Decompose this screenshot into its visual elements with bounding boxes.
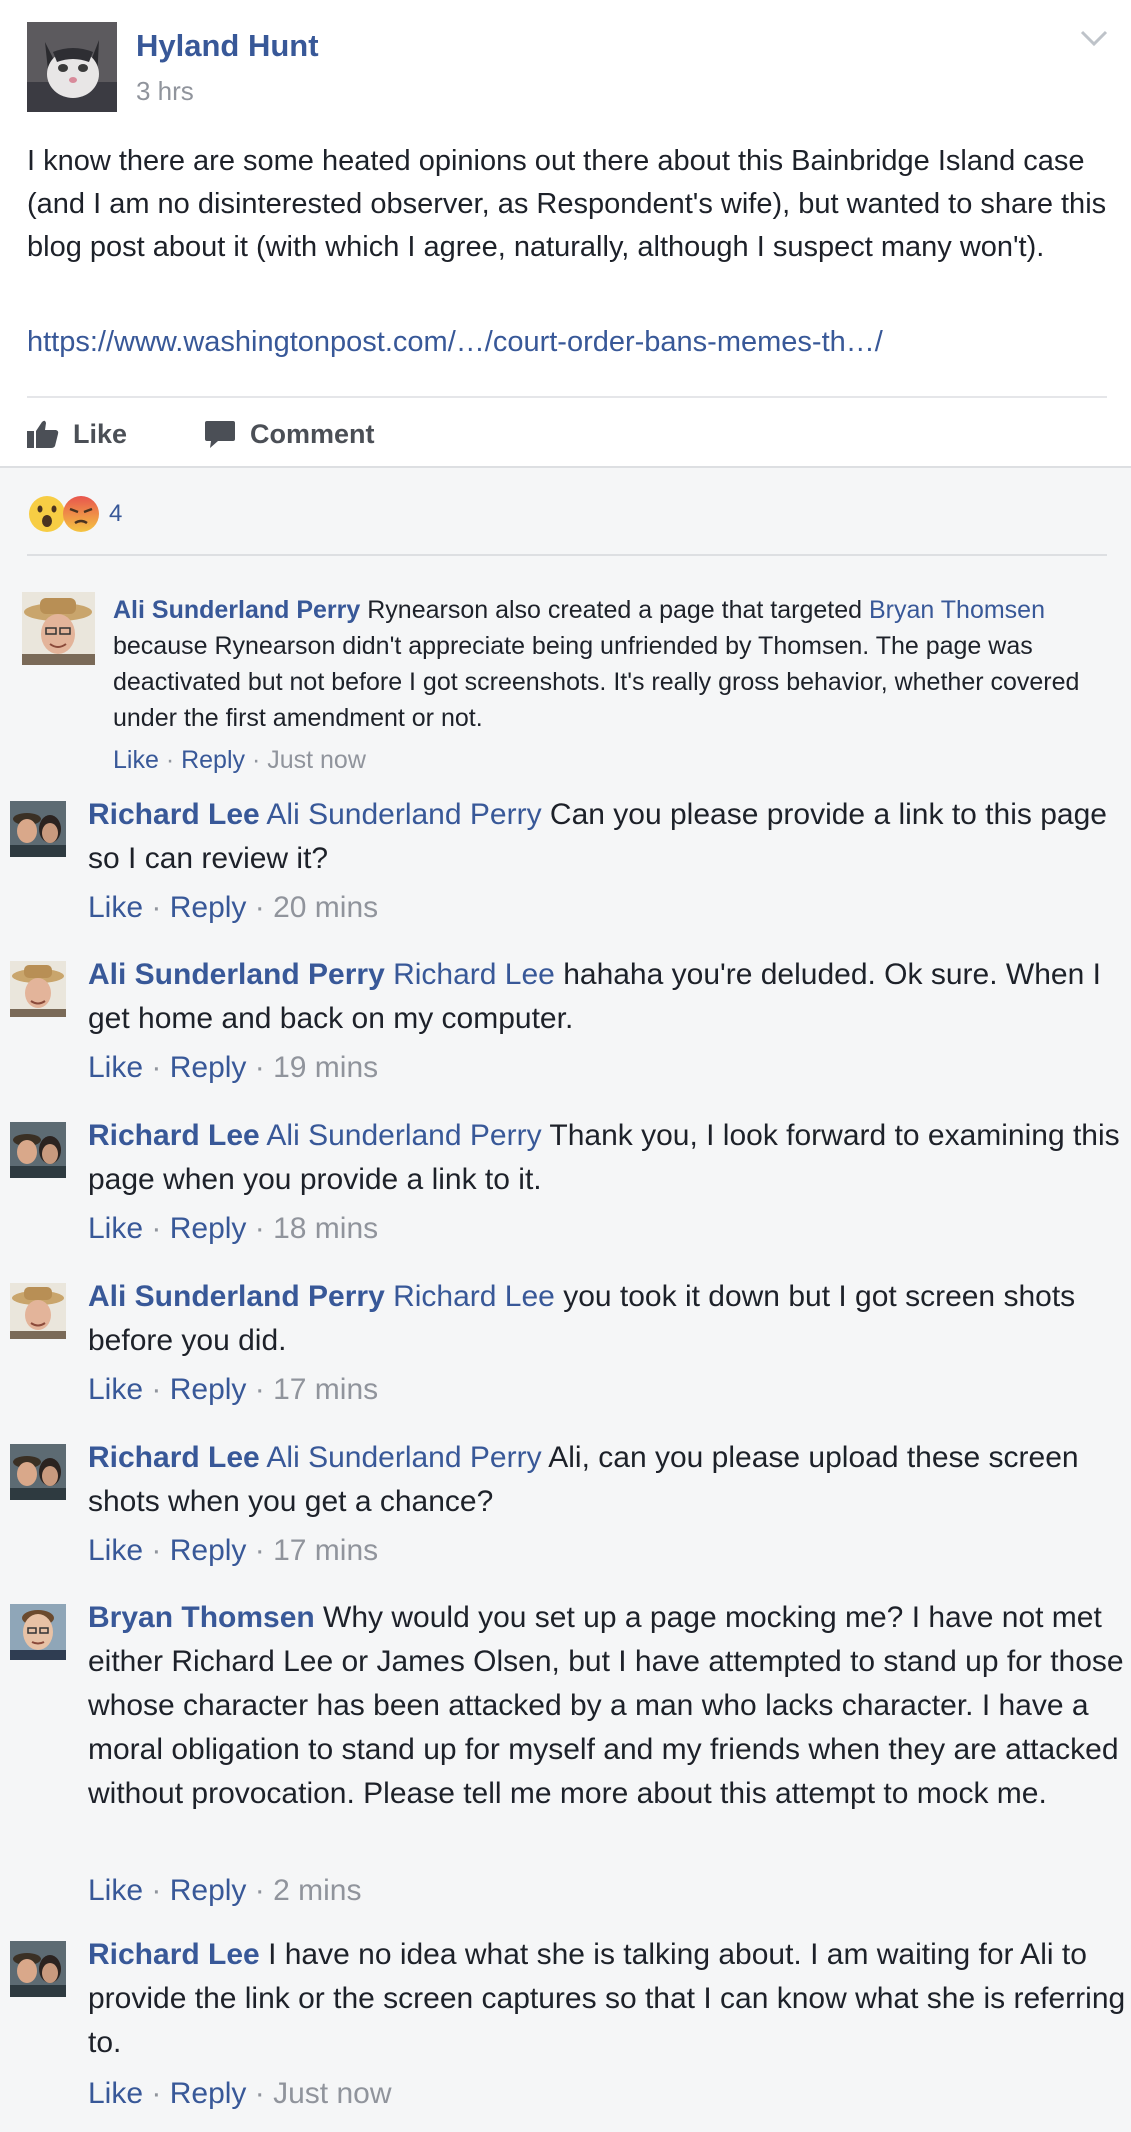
avatar[interactable] bbox=[10, 801, 66, 857]
comment-author-name[interactable]: Ali Sunderland Perry bbox=[113, 596, 360, 624]
comment-actions: Like · Reply · Just now bbox=[88, 2077, 391, 2111]
comment-author-name[interactable]: Richard Lee bbox=[88, 1938, 260, 1971]
separator: · bbox=[143, 1051, 170, 1084]
comment-text: Bryan Thomsen Why would you set up a pag… bbox=[88, 1596, 1128, 1816]
separator: · bbox=[246, 1212, 274, 1245]
comment-text: Richard Lee Ali Sunderland Perry Thank y… bbox=[88, 1114, 1128, 1202]
separator: · bbox=[245, 746, 268, 774]
thumbs-up-icon bbox=[27, 420, 59, 448]
comment-like-link[interactable]: Like bbox=[88, 2077, 143, 2110]
avatar[interactable] bbox=[10, 961, 66, 1017]
comment-like-link[interactable]: Like bbox=[113, 746, 159, 774]
comment-button[interactable]: Comment bbox=[204, 412, 375, 456]
separator: · bbox=[143, 1212, 170, 1245]
post-shared-link[interactable]: https://www.washingtonpost.com/…/court-o… bbox=[27, 326, 883, 359]
comment-like-link[interactable]: Like bbox=[88, 1051, 143, 1084]
comment-actions: Like · Reply · 19 mins bbox=[88, 1051, 378, 1085]
comment-timestamp[interactable]: 19 mins bbox=[273, 1051, 378, 1084]
separator: · bbox=[246, 2077, 274, 2110]
comment-mention[interactable]: Ali Sunderland Perry bbox=[266, 798, 541, 831]
comment-text: Richard Lee Ali Sunderland Perry Ali, ca… bbox=[88, 1436, 1128, 1524]
comment-like-link[interactable]: Like bbox=[88, 891, 143, 924]
comment-timestamp[interactable]: 18 mins bbox=[273, 1212, 378, 1245]
separator: · bbox=[246, 891, 274, 924]
comment-reply-link[interactable]: Reply bbox=[170, 891, 247, 924]
comment-mention[interactable]: Ali Sunderland Perry bbox=[266, 1441, 541, 1474]
comment-reply-link[interactable]: Reply bbox=[181, 746, 245, 774]
comment-author-name[interactable]: Richard Lee bbox=[88, 1119, 260, 1152]
separator: · bbox=[143, 891, 170, 924]
comment-mention[interactable]: Bryan Thomsen bbox=[869, 596, 1045, 624]
speech-bubble-icon bbox=[205, 421, 235, 448]
comment-actions: Like · Reply · 17 mins bbox=[88, 1534, 378, 1568]
separator: · bbox=[143, 1373, 170, 1406]
like-button[interactable]: Like bbox=[27, 412, 127, 456]
comment-author-name[interactable]: Bryan Thomsen bbox=[88, 1601, 315, 1634]
comment-timestamp[interactable]: Just now bbox=[273, 2077, 391, 2110]
separator: · bbox=[143, 1874, 170, 1907]
post-card: Hyland Hunt 3 hrs I know there are some … bbox=[0, 0, 1131, 468]
comment-text: Richard Lee Ali Sunderland Perry Can you… bbox=[88, 793, 1128, 881]
comment-text: Ali Sunderland Perry Richard Lee you too… bbox=[88, 1275, 1128, 1363]
comment-actions: Like · Reply · 17 mins bbox=[88, 1373, 378, 1407]
comment-timestamp[interactable]: 17 mins bbox=[273, 1534, 378, 1567]
comment-body: because Rynearson didn't appreciate bein… bbox=[113, 632, 1080, 732]
comment-actions: Like · Reply · 20 mins bbox=[88, 891, 378, 925]
comment-reply-link[interactable]: Reply bbox=[170, 1212, 247, 1245]
separator: · bbox=[246, 1534, 274, 1567]
comment-timestamp[interactable]: 2 mins bbox=[273, 1874, 361, 1907]
avatar[interactable] bbox=[10, 1283, 66, 1339]
comment-reply-link[interactable]: Reply bbox=[170, 2077, 247, 2110]
comment-timestamp[interactable]: Just now bbox=[267, 746, 366, 774]
chevron-down-icon[interactable] bbox=[1076, 24, 1112, 52]
avatar[interactable] bbox=[10, 1444, 66, 1500]
comment-text: Ali Sunderland Perry Rynearson also crea… bbox=[113, 592, 1113, 736]
separator: · bbox=[158, 746, 182, 774]
comment-author-name[interactable]: Richard Lee bbox=[88, 798, 260, 831]
comment-text: Richard Lee I have no idea what she is t… bbox=[88, 1933, 1128, 2065]
post-timestamp[interactable]: 3 hrs bbox=[136, 76, 194, 107]
separator: · bbox=[143, 2077, 170, 2110]
comment-reply-link[interactable]: Reply bbox=[170, 1373, 247, 1406]
comment-author-name[interactable]: Ali Sunderland Perry bbox=[88, 958, 385, 991]
comment-actions: Like · Reply · 18 mins bbox=[88, 1212, 378, 1246]
comment-mention[interactable]: Ali Sunderland Perry bbox=[266, 1119, 541, 1152]
comment-author-name[interactable]: Richard Lee bbox=[88, 1441, 260, 1474]
author-avatar[interactable] bbox=[27, 22, 117, 112]
avatar[interactable] bbox=[10, 1604, 66, 1660]
reactions-summary[interactable]: 4 bbox=[27, 492, 122, 536]
comment-actions: Like · Reply · 2 mins bbox=[88, 1874, 361, 1908]
comment-text: Ali Sunderland Perry Richard Lee hahaha … bbox=[88, 953, 1128, 1041]
comment-button-label: Comment bbox=[250, 418, 375, 449]
like-button-label: Like bbox=[73, 418, 128, 449]
comment-like-link[interactable]: Like bbox=[88, 1373, 143, 1406]
comment-like-link[interactable]: Like bbox=[88, 1874, 143, 1907]
post-author-name[interactable]: Hyland Hunt bbox=[136, 28, 319, 64]
comment-like-link[interactable]: Like bbox=[88, 1534, 143, 1567]
comment-like-link[interactable]: Like bbox=[88, 1212, 143, 1245]
comment-item: Ali Sunderland Perry Rynearson also crea… bbox=[0, 566, 1131, 781]
avatar[interactable] bbox=[10, 1941, 66, 1997]
separator: · bbox=[143, 1534, 170, 1567]
comment-actions: Like · Reply · Just now bbox=[113, 746, 366, 775]
comment-reply-link[interactable]: Reply bbox=[170, 1534, 247, 1567]
separator: · bbox=[246, 1373, 274, 1406]
comment-timestamp[interactable]: 20 mins bbox=[273, 891, 378, 924]
comment-mention[interactable]: Richard Lee bbox=[393, 1280, 555, 1313]
separator: · bbox=[246, 1051, 274, 1084]
post-divider bbox=[27, 396, 1107, 398]
separator: · bbox=[246, 1874, 274, 1907]
comment-timestamp[interactable]: 17 mins bbox=[273, 1373, 378, 1406]
comment-reply-link[interactable]: Reply bbox=[170, 1874, 247, 1907]
comment-body: Rynearson also created a page that targe… bbox=[360, 596, 869, 624]
avatar[interactable] bbox=[22, 592, 95, 665]
angry-face-icon bbox=[63, 496, 99, 532]
avatar[interactable] bbox=[10, 1122, 66, 1178]
post-body-text: I know there are some heated opinions ou… bbox=[27, 145, 1107, 263]
comment-mention[interactable]: Richard Lee bbox=[393, 958, 555, 991]
reactions-divider bbox=[27, 554, 1107, 556]
reaction-count[interactable]: 4 bbox=[109, 500, 122, 528]
comment-reply-link[interactable]: Reply bbox=[170, 1051, 247, 1084]
comment-author-name[interactable]: Ali Sunderland Perry bbox=[88, 1280, 385, 1313]
